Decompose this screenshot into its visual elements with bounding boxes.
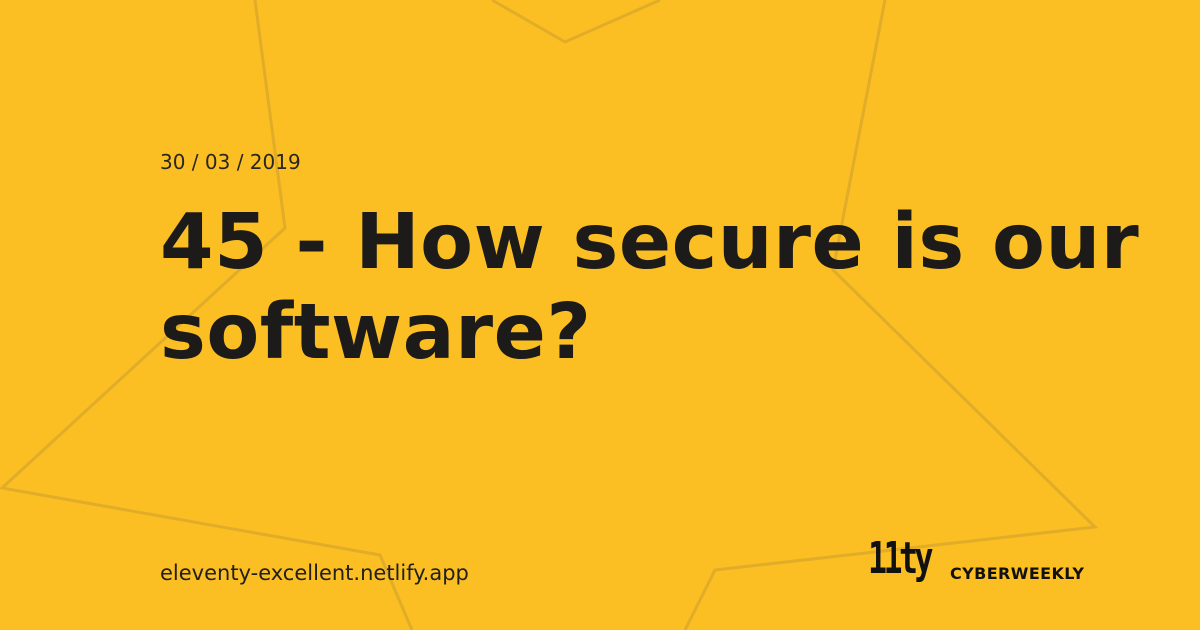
post-date: 30 / 03 / 2019	[160, 150, 301, 174]
site-url: eleventy-excellent.netlify.app	[160, 561, 469, 585]
post-title: 45 - How secure is our software?	[160, 198, 1140, 377]
eleventy-logo: 11ty	[868, 533, 933, 584]
brand-name: CYBERWEEKLY	[950, 564, 1085, 583]
